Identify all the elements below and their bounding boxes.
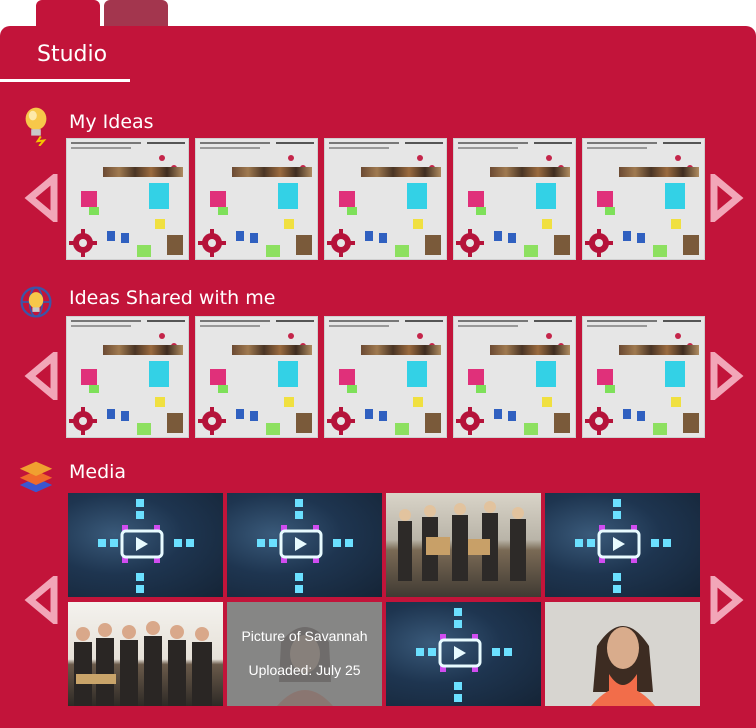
gear-icon <box>585 229 613 257</box>
idea-thumbnail[interactable] <box>324 138 447 260</box>
video-thumbnail[interactable] <box>68 493 223 597</box>
chevron-right-icon[interactable] <box>706 576 748 624</box>
gear-icon <box>198 407 226 435</box>
photo-thumbnail[interactable] <box>386 493 541 597</box>
globe-lightbulb-icon <box>20 286 52 318</box>
idea-thumbnail[interactable] <box>195 316 318 438</box>
idea-thumbnail[interactable] <box>66 316 189 438</box>
gear-icon <box>198 229 226 257</box>
page-title: Studio <box>37 42 108 67</box>
my-ideas-title: My Ideas <box>69 111 154 133</box>
gear-icon <box>69 407 97 435</box>
video-thumbnail[interactable] <box>386 602 541 706</box>
media-caption-title: Picture of Savannah <box>241 628 368 644</box>
idea-thumbnail[interactable] <box>453 138 576 260</box>
media-caption-uploaded: Uploaded: July 25 <box>248 662 361 678</box>
tab-2[interactable] <box>104 0 168 28</box>
stacked-layers-icon <box>19 461 53 493</box>
gear-icon <box>585 407 613 435</box>
lightbulb-icon <box>25 107 47 146</box>
chevron-right-icon[interactable] <box>706 352 748 400</box>
media-grid: Picture of Savannah Uploaded: July 25 <box>68 493 702 706</box>
idea-thumbnail[interactable] <box>66 138 189 260</box>
gear-icon <box>327 229 355 257</box>
gear-icon <box>456 407 484 435</box>
chevron-left-icon[interactable] <box>20 174 62 222</box>
tab-1[interactable] <box>36 0 100 28</box>
my-ideas-strip <box>66 138 706 260</box>
idea-thumbnail[interactable] <box>453 316 576 438</box>
ideas-shared-title: Ideas Shared with me <box>69 287 276 309</box>
chevron-left-icon[interactable] <box>20 352 62 400</box>
gear-icon <box>456 229 484 257</box>
video-thumbnail[interactable] <box>545 493 700 597</box>
idea-thumbnail[interactable] <box>582 138 705 260</box>
chevron-left-icon[interactable] <box>20 576 62 624</box>
idea-thumbnail[interactable] <box>582 316 705 438</box>
shared-ideas-strip <box>66 316 706 438</box>
chevron-right-icon[interactable] <box>706 174 748 222</box>
photo-thumbnail[interactable] <box>545 602 700 706</box>
media-title: Media <box>69 461 127 483</box>
idea-thumbnail[interactable] <box>324 316 447 438</box>
title-underline <box>0 79 130 82</box>
photo-thumbnail-hovered[interactable]: Picture of Savannah Uploaded: July 25 <box>227 602 382 706</box>
idea-thumbnail[interactable] <box>195 138 318 260</box>
photo-thumbnail[interactable] <box>68 602 223 706</box>
gear-icon <box>327 407 355 435</box>
gear-icon <box>69 229 97 257</box>
video-thumbnail[interactable] <box>227 493 382 597</box>
